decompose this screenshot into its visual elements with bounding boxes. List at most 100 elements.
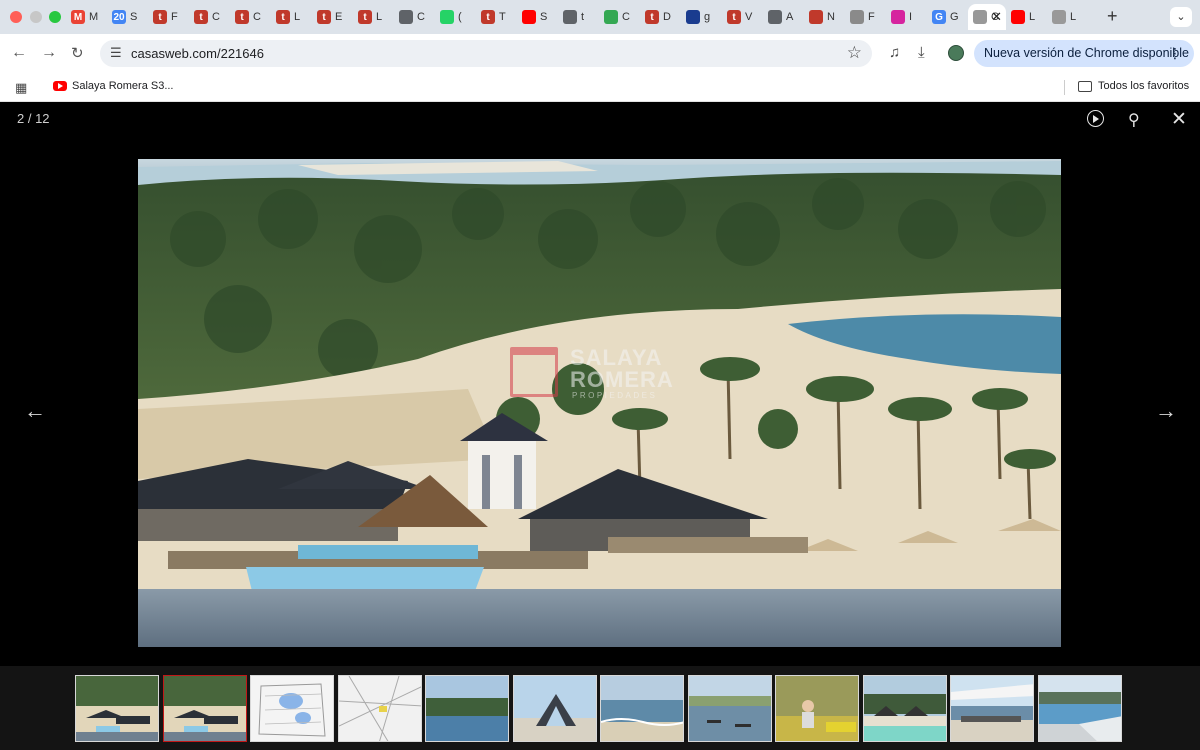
browser-tab[interactable]: tD xyxy=(640,4,681,30)
close-window-button[interactable] xyxy=(10,11,22,23)
browser-tab[interactable]: F xyxy=(845,4,886,30)
reload-icon[interactable]: ↻ xyxy=(71,44,84,62)
media-control-icon[interactable]: ♫ xyxy=(889,44,900,61)
tab-list: M M 20 St Ft Ct Ct Lt Et L C(t T St Ct Dg t V A N F I G G C ✕ L L xyxy=(66,4,1088,30)
all-bookmarks-button[interactable]: Todos los favoritos xyxy=(1078,80,1189,92)
tab-title: L xyxy=(1070,11,1077,23)
browser-tab[interactable]: g xyxy=(681,4,722,30)
tokko-icon: t xyxy=(481,10,495,24)
tab-title: C xyxy=(212,11,220,23)
browser-tab[interactable]: tC xyxy=(230,4,271,30)
maps-icon xyxy=(604,10,618,24)
tab-title: G xyxy=(950,11,959,23)
browser-tab[interactable]: 20 S xyxy=(107,4,148,30)
tokko-icon: t xyxy=(276,10,290,24)
umbrella-icon xyxy=(850,10,864,24)
close-icon[interactable]: ✕ xyxy=(1171,108,1187,131)
thumbnail-lake-boats[interactable] xyxy=(687,675,772,742)
tab-strip: M M 20 St Ft Ct Ct Lt Et L C(t T St Ct Dg t V A N F I G G C ✕ L L … xyxy=(0,0,1200,34)
apps-grid-icon[interactable]: ▦ xyxy=(15,80,27,96)
tokko-icon: t xyxy=(727,10,741,24)
browser-tab[interactable]: tE xyxy=(312,4,353,30)
bookmarks-bar: ▦ Salaya Romera S3... Todos los favorito… xyxy=(0,72,1200,102)
bookmarks-divider xyxy=(1064,80,1065,95)
thumbnail-infinity-pool[interactable] xyxy=(1037,675,1122,742)
site-info-icon[interactable]: ☰ xyxy=(110,45,122,61)
tab-title: S xyxy=(540,11,548,23)
zoom-in-icon[interactable]: ⚲ xyxy=(1128,110,1140,130)
thumbnail-lake-trees[interactable] xyxy=(425,675,509,742)
tokko-icon: t xyxy=(358,10,372,24)
download-icon[interactable]: ⤓ xyxy=(918,44,925,61)
browser-tab[interactable]: tL xyxy=(353,4,394,30)
previous-arrow-icon[interactable]: ← xyxy=(24,398,46,424)
browser-tab[interactable]: MM xyxy=(66,4,107,30)
tab-title: E xyxy=(335,11,343,23)
menu-kebab-icon[interactable]: ⋮ xyxy=(1168,40,1182,67)
browser-tab[interactable]: I xyxy=(886,4,927,30)
monitor-icon xyxy=(686,10,700,24)
maximize-window-button[interactable] xyxy=(49,11,61,23)
thumbnail-pool-cabanas[interactable] xyxy=(862,675,947,742)
browser-tab[interactable]: t xyxy=(558,4,599,30)
profile-avatar[interactable] xyxy=(948,45,964,61)
browser-tab[interactable]: tL xyxy=(271,4,312,30)
address-bar[interactable]: ☰ casasweb.com/221646 ☆ xyxy=(100,40,872,67)
chrome-update-label: Nueva versión de Chrome disponible xyxy=(984,46,1189,60)
tokko-icon: t xyxy=(645,10,659,24)
next-arrow-icon[interactable]: → xyxy=(1155,398,1177,424)
browser-tab[interactable]: tT xyxy=(476,4,517,30)
thumbnail-shade-canopy[interactable] xyxy=(950,675,1034,742)
bookmark-item[interactable]: Salaya Romera S3... xyxy=(53,80,174,92)
bookmark-star-icon[interactable]: ☆ xyxy=(847,43,862,63)
new-tab-button[interactable]: + xyxy=(1107,6,1118,27)
thumbnail-beach-hut[interactable] xyxy=(512,675,597,742)
browser-tab[interactable]: L xyxy=(1006,4,1047,30)
browser-tab[interactable]: ( xyxy=(435,4,476,30)
thumbnail-image xyxy=(688,676,771,741)
whatsapp-icon xyxy=(440,10,454,24)
back-arrow-icon[interactable]: ← xyxy=(11,44,27,62)
thumbnail-ocean-beach[interactable] xyxy=(600,675,684,742)
browser-tab[interactable]: A xyxy=(763,4,804,30)
tab-title: N xyxy=(827,11,835,23)
tab-title: A xyxy=(786,11,794,23)
thumbnail-site-map[interactable] xyxy=(250,675,334,742)
tab-title: L xyxy=(1029,11,1036,23)
tab-title: ( xyxy=(458,11,462,23)
globe-icon xyxy=(768,10,782,24)
tab-close-icon[interactable]: ✕ xyxy=(991,9,1002,25)
tab-title: L xyxy=(376,11,383,23)
thumbnail-image xyxy=(863,676,946,741)
bookmark-label: Salaya Romera S3... xyxy=(72,80,174,92)
thumbnail-street-map[interactable] xyxy=(337,675,422,742)
browser-tab[interactable]: C xyxy=(599,4,640,30)
browser-tab[interactable]: C ✕ xyxy=(968,4,1006,30)
minimize-window-button[interactable] xyxy=(30,11,42,23)
gmail-icon: M xyxy=(71,10,85,24)
browser-tab[interactable]: tV xyxy=(722,4,763,30)
browser-tab[interactable]: GG xyxy=(927,4,968,30)
thumbnail-resort-render[interactable] xyxy=(75,675,159,742)
forward-arrow-icon[interactable]: → xyxy=(41,44,57,62)
watermark-logo: SALAYA ROMERA PROPIEDADES xyxy=(510,345,690,405)
tab-title: F xyxy=(868,11,875,23)
thumbnail-image xyxy=(163,676,246,741)
youtube-icon xyxy=(1011,10,1025,24)
browser-tab[interactable]: tC xyxy=(189,4,230,30)
photo-viewer: 2 / 12 ⚲ ✕ ← → SALAYA ROMERA PROPIEDADES xyxy=(0,102,1200,750)
url-text[interactable]: casasweb.com/221646 xyxy=(131,46,264,61)
tab-search-button[interactable]: ⌄ xyxy=(1170,7,1192,27)
tokko-icon: t xyxy=(235,10,249,24)
browser-tab[interactable]: N xyxy=(804,4,845,30)
browser-tab[interactable]: C xyxy=(394,4,435,30)
browser-tab[interactable]: L xyxy=(1047,4,1088,30)
thumbnail-reeds-person[interactable] xyxy=(775,675,859,742)
slideshow-play-icon[interactable] xyxy=(1087,110,1104,127)
browser-tab[interactable]: tF xyxy=(148,4,189,30)
thumbnail-image xyxy=(951,676,1033,741)
thumbnail-resort-render[interactable] xyxy=(162,675,247,742)
magnet-icon xyxy=(809,10,823,24)
browser-tab[interactable]: S xyxy=(517,4,558,30)
chrome-update-button[interactable]: Nueva versión de Chrome disponible ⋮ xyxy=(974,40,1194,67)
